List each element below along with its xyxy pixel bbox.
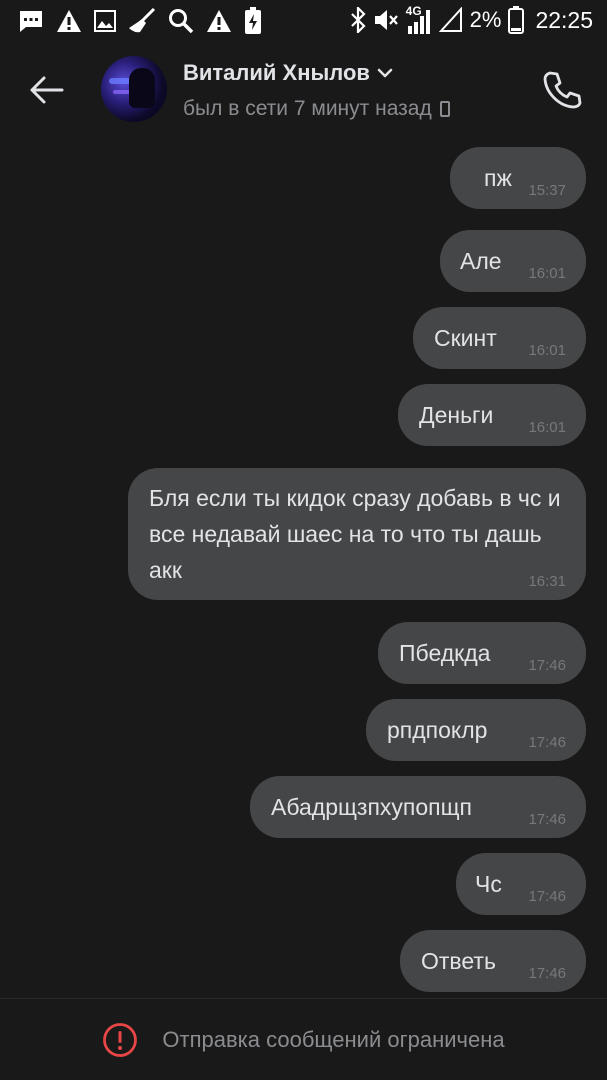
presence-status: был в сети 7 минут назад: [183, 97, 450, 121]
contact-name-button[interactable]: Виталий Хнылов: [183, 60, 394, 86]
contact-name: Виталий Хнылов: [183, 60, 370, 85]
message-bubble[interactable]: Скинт 16:01: [413, 307, 586, 369]
battery-charging-icon: [244, 7, 262, 35]
messaging-restricted-notice: Отправка сообщений ограничена: [0, 998, 607, 1080]
call-button[interactable]: [540, 68, 584, 112]
message-bubble[interactable]: Пбедкда 17:46: [378, 622, 586, 684]
arrow-left-icon: [30, 76, 64, 104]
message-time: 16:01: [528, 342, 566, 359]
message-bubble[interactable]: Ответь 17:46: [400, 930, 586, 992]
mobile-device-icon: [439, 101, 450, 117]
notice-text: Отправка сообщений ограничена: [162, 1026, 505, 1052]
warning-icon: [56, 9, 82, 33]
message-bubble[interactable]: Але 16:01: [440, 230, 586, 292]
notification-icons: [18, 7, 262, 35]
message-time: 16:01: [528, 419, 566, 436]
signal-empty-icon: [438, 7, 463, 33]
clock: 22:25: [535, 6, 593, 33]
message-time: 15:37: [528, 182, 566, 199]
message-bubble[interactable]: рпдпоклр 17:46: [366, 699, 586, 761]
warning-icon: [206, 9, 232, 33]
message-bubble[interactable]: Бля если ты кидок сразу добавь в чс и вс…: [128, 468, 586, 600]
battery-percent: 2%: [469, 7, 502, 32]
chat-header: Виталий Хнылов был в сети 7 минут назад: [0, 42, 607, 138]
exclamation-circle-icon: [103, 1022, 138, 1057]
bluetooth-icon: [350, 7, 366, 33]
message-list[interactable]: пж 15:37 Але 16:01 Скинт 16:01 Деньги 16…: [0, 138, 607, 998]
message-icon: [18, 9, 44, 33]
message-bubble[interactable]: Деньги 16:01: [398, 384, 586, 446]
network-type: 4G: [405, 4, 422, 18]
mute-icon: [373, 7, 399, 33]
search-icon: [168, 8, 194, 34]
status-bar: 4G 2% 22:25: [0, 0, 607, 42]
battery-low-icon: [508, 6, 525, 34]
message-text: Бля если ты кидок сразу добавь в чс и вс…: [149, 485, 561, 583]
message-bubble[interactable]: Абадрщзпхупопщп 17:46: [250, 776, 586, 838]
image-icon: [94, 10, 116, 32]
message-time: 17:46: [528, 657, 566, 674]
last-seen-text: был в сети 7 минут назад: [183, 97, 432, 120]
system-icons: 4G 2% 22:25: [350, 4, 593, 34]
chevron-down-icon: [377, 68, 393, 78]
message-time: 17:46: [528, 965, 566, 982]
message-time: 16:01: [528, 265, 566, 282]
message-time: 17:46: [528, 811, 566, 828]
phone-icon: [543, 71, 582, 109]
avatar[interactable]: [101, 56, 167, 122]
signal-icon: 4G: [405, 4, 432, 34]
message-bubble[interactable]: пж 15:37: [450, 147, 586, 209]
message-time: 16:31: [528, 573, 566, 590]
broom-icon: [128, 8, 156, 34]
message-text: Але: [460, 248, 502, 274]
message-bubble[interactable]: Чс 17:46: [456, 853, 586, 915]
back-button[interactable]: [26, 70, 66, 110]
message-time: 17:46: [528, 734, 566, 751]
message-time: 17:46: [528, 888, 566, 905]
